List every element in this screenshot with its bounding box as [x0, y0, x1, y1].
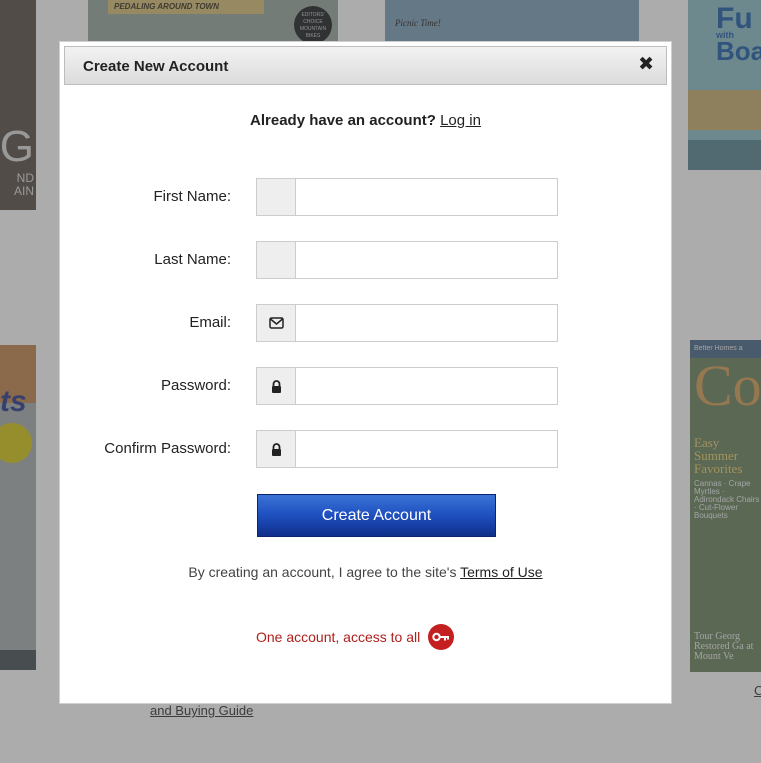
login-question: Already have an account?: [250, 112, 436, 129]
terms-of-use-link[interactable]: Terms of Use: [460, 564, 542, 580]
terms-notice: By creating an account, I agree to the s…: [60, 564, 671, 580]
confirm-password-field[interactable]: [295, 430, 558, 468]
dialog-header: Create New Account ✖: [64, 46, 667, 85]
form-row-last-name: Last Name:: [60, 241, 671, 279]
first-name-field[interactable]: [295, 178, 558, 216]
last-name-label: Last Name:: [154, 251, 231, 268]
password-label: Password:: [160, 377, 231, 394]
envelope-icon: [256, 304, 295, 342]
first-name-addon: [256, 178, 295, 216]
login-prompt: Already have an account? Log in: [60, 112, 671, 129]
last-name-addon: [256, 241, 295, 279]
promo-message: One account, access to all: [256, 624, 455, 650]
terms-text: By creating an account, I agree to the s…: [188, 564, 457, 580]
first-name-label: First Name:: [153, 188, 231, 205]
lock-icon: [256, 367, 295, 405]
email-field[interactable]: [295, 304, 558, 342]
create-account-button[interactable]: Create Account: [257, 494, 496, 537]
confirm-password-label: Confirm Password:: [104, 440, 231, 457]
form-row-email: Email:: [60, 304, 671, 342]
create-account-dialog: Create New Account ✖ Already have an acc…: [59, 41, 672, 704]
login-link[interactable]: Log in: [440, 112, 481, 129]
form-row-password: Password:: [60, 367, 671, 405]
dialog-title: Create New Account: [83, 58, 229, 75]
form-row-confirm-password: Confirm Password:: [60, 430, 671, 468]
last-name-field[interactable]: [295, 241, 558, 279]
password-field[interactable]: [295, 367, 558, 405]
close-icon[interactable]: ✖: [638, 55, 654, 75]
key-icon: [428, 624, 455, 650]
email-label: Email:: [189, 314, 231, 331]
promo-text: One account, access to all: [256, 629, 421, 645]
form-row-first-name: First Name:: [60, 178, 671, 216]
lock-icon: [256, 430, 295, 468]
